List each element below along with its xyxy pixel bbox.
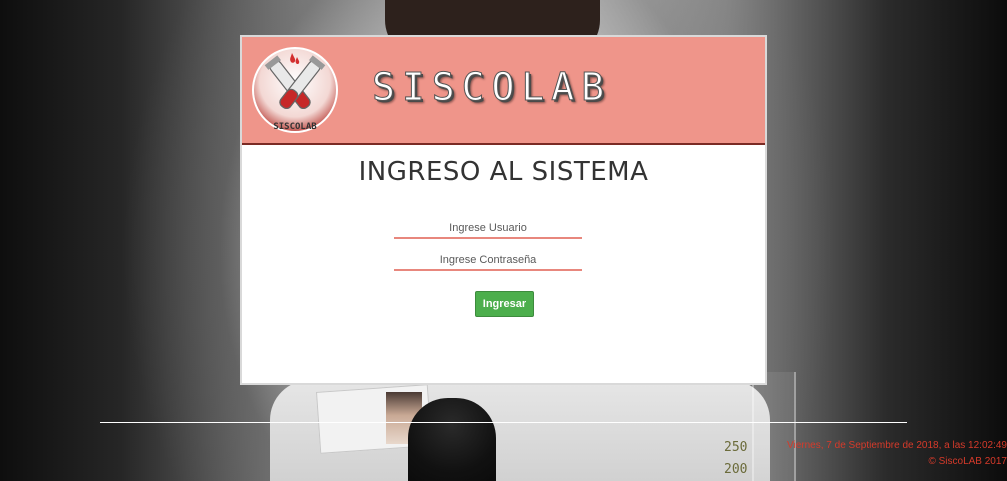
password-input[interactable] bbox=[394, 251, 582, 271]
login-panel: SISCOLAB SISCOLAB INGRESO AL SISTEMA Ing… bbox=[240, 35, 767, 385]
beaker-mark-200: 200 bbox=[724, 462, 748, 477]
footer-datetime: Viernes, 7 de Septiembre de 2018, a las … bbox=[787, 440, 1007, 451]
test-tubes-logo-icon: SISCOLAB bbox=[252, 47, 338, 133]
brand-name: SISCOLAB bbox=[371, 65, 612, 110]
login-page: 250 200 SISCOLAB SISCOLAB INGRESO AL SIS… bbox=[0, 0, 1007, 481]
beaker-mark-250: 250 bbox=[724, 440, 748, 455]
login-title: INGRESO AL SISTEMA bbox=[358, 157, 649, 187]
background-beaker bbox=[752, 372, 796, 481]
footer-divider bbox=[100, 422, 907, 423]
logo-text: SISCOLAB bbox=[273, 122, 317, 132]
login-submit-button[interactable]: Ingresar bbox=[475, 291, 534, 317]
panel-header: SISCOLAB SISCOLAB bbox=[242, 37, 765, 145]
footer-copyright: © SiscoLAB 2017 bbox=[928, 456, 1007, 467]
background-microscope bbox=[408, 398, 496, 481]
username-input[interactable] bbox=[394, 219, 582, 239]
